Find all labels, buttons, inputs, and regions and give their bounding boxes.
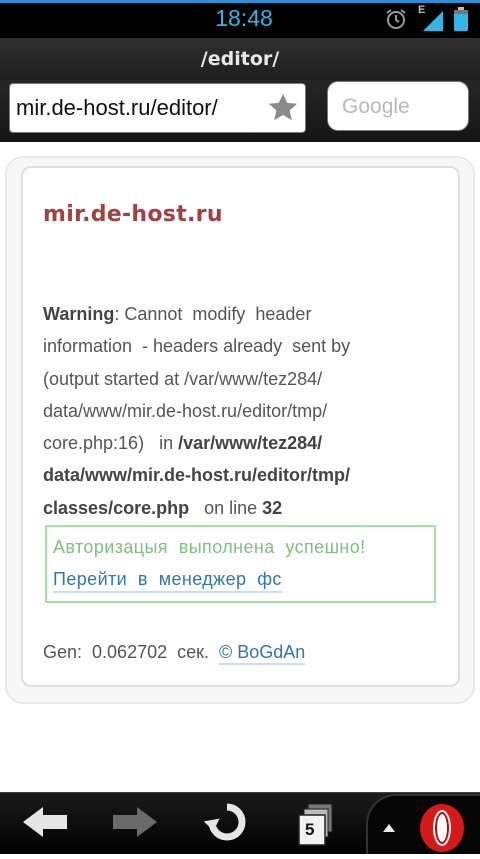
content-card: mir.de-host.ru Warning: Cannot modify he… bbox=[21, 166, 460, 687]
reload-icon bbox=[202, 800, 252, 848]
status-bar: 18:48 E bbox=[0, 0, 480, 38]
warning-label: Warning bbox=[43, 304, 115, 324]
warning-text: core.php:16) in bbox=[43, 433, 179, 454]
tabs-button[interactable]: 5 bbox=[286, 793, 346, 855]
browser-title-bar: /editor/ bbox=[0, 38, 480, 80]
warning-path: classes/core.php bbox=[43, 497, 190, 518]
success-box: Авторизацыя выполнена успешно! Перейти в… bbox=[45, 525, 436, 603]
tabs-icon: 5 bbox=[293, 801, 339, 847]
warning-text: : Cannot modify header bbox=[114, 304, 312, 324]
back-arrow-icon bbox=[21, 805, 69, 843]
warning-line-5: core.php:16) in /var/www/tez284/ bbox=[43, 427, 423, 459]
back-button[interactable] bbox=[12, 793, 78, 855]
warning-line-4: data/www/mir.de-host.ru/editor/tmp/ bbox=[43, 400, 328, 421]
forward-arrow-icon bbox=[111, 805, 159, 843]
battery-icon bbox=[453, 7, 469, 35]
address-row: mir.de-host.ru/editor/ Google bbox=[0, 80, 480, 142]
bottom-toolbar: 5 bbox=[0, 792, 480, 854]
reload-button[interactable] bbox=[194, 793, 260, 855]
warning-line-3: (output started at /var/www/tez284/ bbox=[43, 368, 323, 389]
gen-value: 0.062702 bbox=[92, 642, 168, 662]
author-link[interactable]: © BoGdAn bbox=[219, 642, 306, 665]
web-page: mir.de-host.ru Warning: Cannot modify he… bbox=[0, 142, 480, 792]
bookmark-star-icon[interactable] bbox=[265, 90, 301, 126]
warning-line-number: 32 bbox=[262, 497, 283, 518]
address-field[interactable]: mir.de-host.ru/editor/ bbox=[9, 83, 306, 133]
warning-line-1: Warning: Cannot modify header bbox=[43, 298, 423, 330]
warning-line-2: information - headers already sent by bbox=[43, 336, 351, 357]
warning-line-7: classes/core.php on line 32 bbox=[43, 492, 423, 524]
signal-icon bbox=[421, 9, 445, 35]
forward-button[interactable] bbox=[102, 793, 168, 855]
alarm-icon bbox=[384, 7, 408, 35]
search-placeholder: Google bbox=[342, 95, 410, 118]
warning-path-line-6: data/www/mir.de-host.ru/editor/tmp/ bbox=[43, 465, 351, 486]
clock: 18:48 bbox=[215, 5, 273, 31]
tab-count: 5 bbox=[305, 820, 315, 839]
menu-up-icon bbox=[382, 818, 396, 837]
opera-logo-icon bbox=[416, 801, 468, 859]
warning-message: Warning: Cannot modify header informatio… bbox=[43, 298, 423, 524]
page-title: /editor/ bbox=[200, 48, 280, 70]
page-load-progress bbox=[0, 0, 480, 3]
opera-menu-button[interactable] bbox=[366, 794, 480, 854]
warning-path: /var/www/tez284/ bbox=[178, 433, 323, 454]
page-frame: mir.de-host.ru Warning: Cannot modify he… bbox=[5, 156, 475, 704]
generation-time: Gen: 0.062702 сек. © BoGdAn bbox=[43, 642, 306, 665]
site-name: mir.de-host.ru bbox=[43, 202, 223, 227]
gen-unit: сек. bbox=[177, 642, 209, 662]
search-field[interactable]: Google bbox=[327, 81, 469, 131]
file-manager-link[interactable]: Перейти в менеджер фс bbox=[53, 569, 282, 593]
url-text: mir.de-host.ru/editor/ bbox=[16, 95, 218, 120]
success-message: Авторизацыя выполнена успешно! bbox=[53, 537, 366, 557]
warning-text: on line bbox=[189, 497, 263, 518]
gen-label: Gen: bbox=[43, 642, 83, 662]
